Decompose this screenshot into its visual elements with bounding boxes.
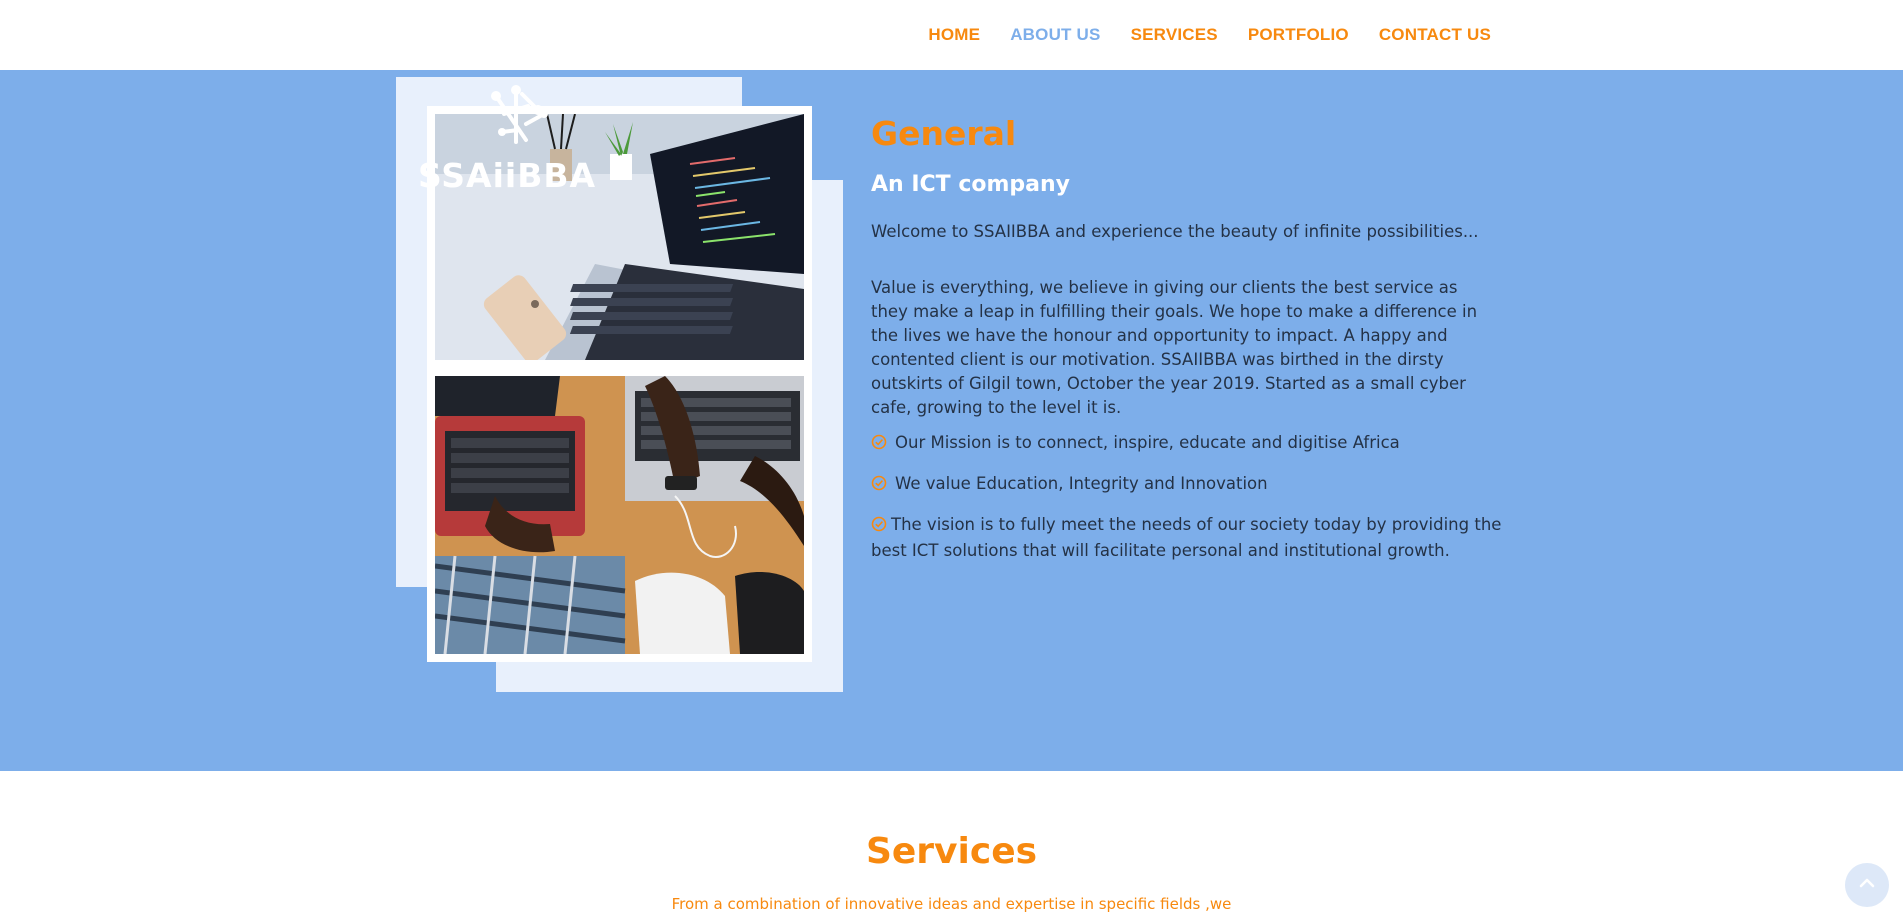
services-title: Services [865, 831, 1038, 872]
nav-link-about-us[interactable]: ABOUT US [1010, 25, 1100, 44]
list-item-text: Our Mission is to connect, inspire, educ… [895, 433, 1400, 452]
list-item: Our Mission is to connect, inspire, educ… [871, 430, 1511, 456]
list-item-text: We value Education, Integrity and Innova… [895, 474, 1268, 493]
nav-item-about-us: ABOUT US [1010, 25, 1100, 45]
check-circle-icon [871, 473, 887, 491]
list-item: The vision is to fully meet the needs of… [871, 512, 1511, 564]
nav-menu: HOME ABOUT US SERVICES PORTFOLIO CONTACT… [928, 0, 1491, 70]
list-item-text: The vision is to fully meet the needs of… [871, 515, 1502, 560]
nav-link-services[interactable]: SERVICES [1131, 25, 1218, 44]
nav-item-services: SERVICES [1131, 25, 1218, 45]
nav-item-portfolio: PORTFOLIO [1248, 25, 1349, 45]
chevron-up-icon [1857, 873, 1877, 897]
value-paragraph: Value is everything, we believe in givin… [871, 278, 1478, 417]
section-title: General [871, 114, 1017, 153]
services-lead-text: From a combination of innovative ideas a… [671, 895, 1232, 913]
navbar: HOME ABOUT US SERVICES PORTFOLIO CONTACT… [0, 0, 1903, 70]
section-subtitle: An ICT company [871, 172, 1071, 197]
back-to-top-button[interactable] [1845, 863, 1889, 907]
welcome-text: Welcome to SSAIIBBA and experience the b… [871, 222, 1479, 241]
ssaiibba-logo: SSAiiBBA [418, 84, 614, 204]
check-circle-icon [871, 514, 887, 532]
services-section: Services From a combination of innovativ… [0, 771, 1903, 921]
team-laptops-photo [435, 376, 804, 654]
list-item: We value Education, Integrity and Innova… [871, 471, 1511, 497]
nav-item-home: HOME [928, 25, 980, 45]
check-circle-icon [871, 432, 887, 450]
nav-link-portfolio[interactable]: PORTFOLIO [1248, 25, 1349, 44]
nav-link-home[interactable]: HOME [928, 25, 980, 44]
brand-name: SSAiiBBA [418, 156, 597, 195]
about-section: SSAiiBBA General An ICT company Welcome … [0, 70, 1903, 771]
nav-link-contact-us[interactable]: CONTACT US [1379, 25, 1491, 44]
values-list: Our Mission is to connect, inspire, educ… [871, 430, 1511, 579]
nav-item-contact-us: CONTACT US [1379, 25, 1491, 45]
